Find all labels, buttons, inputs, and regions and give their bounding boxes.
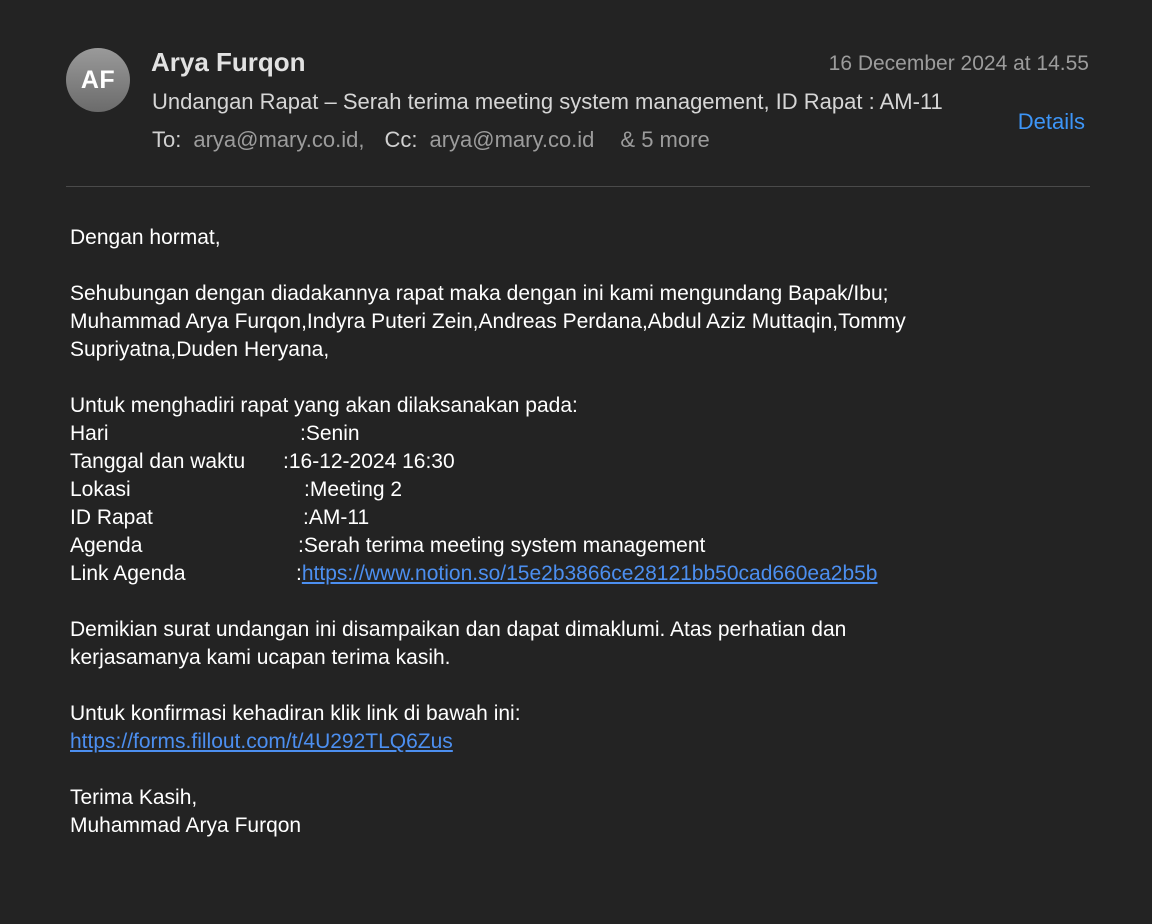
detail-row-tanggal: Tanggal dan waktu: 16-12-2024 16:30: [70, 448, 1070, 476]
schedule-intro: Untuk menghadiri rapat yang akan dilaksa…: [70, 394, 578, 417]
confirmation-paragraph: Untuk konfirmasi kehadiran klik link di …: [70, 700, 1070, 756]
detail-value: AM-11: [308, 506, 370, 529]
recipients-line: To: arya@mary.co.id, Cc: arya@mary.co.id & 5…: [152, 127, 710, 153]
more-recipients[interactable]: & 5 more: [620, 127, 709, 152]
intro-line: Muhammad Arya Furqon,Indyra Puteri Zein,…: [70, 310, 906, 333]
signature-name: Muhammad Arya Furqon: [70, 814, 302, 837]
detail-key: Lokasi: [70, 478, 131, 501]
details-button[interactable]: Details: [1018, 109, 1085, 135]
closing-line: kerjasamanya kami ucapan terima kasih.: [70, 646, 451, 669]
detail-key: Hari: [70, 422, 109, 445]
to-address[interactable]: arya@mary.co.id,: [193, 127, 364, 152]
agenda-link[interactable]: https://www.notion.so/15e2b3866ce28121bb…: [302, 560, 878, 588]
sender-name: Arya Furqon: [151, 47, 306, 77]
intro-line: Supriyatna,Duden Heryana,: [70, 338, 330, 361]
detail-value: Senin: [305, 422, 360, 445]
message-subject: Undangan Rapat – Serah terima meeting sy…: [152, 89, 943, 114]
detail-row-lokasi: Lokasi: Meeting 2: [70, 476, 1070, 504]
detail-key: Tanggal dan waktu: [70, 450, 246, 473]
message-body: Dengan hormat, Sehubungan dengan diadaka…: [70, 224, 1070, 868]
detail-row-hari: Hari: Senin: [70, 420, 1070, 448]
closing-paragraph: Demikian surat undangan ini disampaikan …: [70, 616, 1070, 672]
avatar-initials: AF: [80, 65, 116, 94]
detail-row-agenda: Agenda: Serah terima meeting system mana…: [70, 532, 1070, 560]
sender-avatar: AF: [66, 48, 130, 112]
cc-label: Cc:: [384, 127, 418, 152]
detail-key: ID Rapat: [70, 506, 153, 529]
closing-line: Demikian surat undangan ini disampaikan …: [70, 618, 847, 641]
confirmation-text: Untuk konfirmasi kehadiran klik link di …: [70, 702, 521, 725]
intro-paragraph: Sehubungan dengan diadakannya rapat maka…: [70, 280, 1070, 364]
detail-value: Meeting 2: [309, 478, 403, 501]
detail-key: Link Agenda: [70, 562, 186, 585]
message-date: 16 December 2024 at 14.55: [828, 52, 1089, 75]
detail-value: 16-12-2024 16:30: [288, 450, 455, 473]
greeting: Dengan hormat,: [70, 226, 221, 249]
schedule-block: Untuk menghadiri rapat yang akan dilaksa…: [70, 392, 1070, 588]
signature-block: Terima Kasih, Muhammad Arya Furqon: [70, 784, 1070, 840]
confirmation-link[interactable]: https://forms.fillout.com/t/4U292TLQ6Zus: [70, 730, 453, 753]
detail-value: Serah terima meeting system management: [303, 534, 706, 557]
intro-line: Sehubungan dengan diadakannya rapat maka…: [70, 282, 889, 305]
to-label: To:: [152, 127, 182, 152]
cc-address[interactable]: arya@mary.co.id: [429, 127, 594, 152]
detail-key: Agenda: [70, 534, 143, 557]
mail-message-window: AF Arya Furqon 16 December 2024 at 14.55…: [0, 0, 1152, 924]
detail-row-id-rapat: ID Rapat: AM-11: [70, 504, 1070, 532]
header-divider: [66, 186, 1090, 187]
detail-row-link-agenda: Link Agenda: https://www.notion.so/15e2b…: [70, 560, 1070, 588]
signoff: Terima Kasih,: [70, 786, 198, 809]
